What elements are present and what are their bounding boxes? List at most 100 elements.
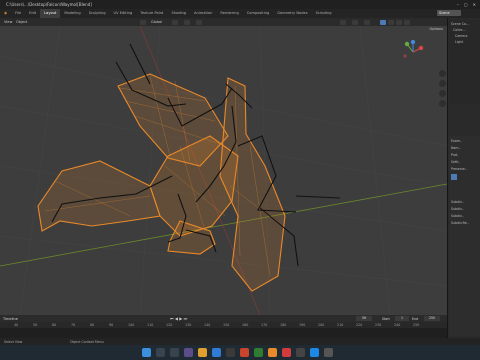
blender-logo-icon[interactable]: ◉ bbox=[0, 9, 11, 18]
outliner-item[interactable]: Light bbox=[455, 40, 478, 44]
maximize-icon[interactable]: ▢ bbox=[464, 2, 468, 7]
tab-shading[interactable]: Shading bbox=[167, 9, 190, 18]
window-controls: – ▢ ✕ bbox=[457, 2, 476, 7]
rendered-shading-icon[interactable] bbox=[404, 19, 410, 25]
app-icon[interactable] bbox=[324, 348, 333, 357]
tick-label: 250 bbox=[413, 322, 420, 327]
app-icon[interactable] bbox=[254, 348, 263, 357]
keyframe-area[interactable] bbox=[0, 328, 447, 338]
start-frame-field[interactable]: 1 bbox=[395, 316, 409, 321]
prop-row: Exam.. bbox=[451, 139, 462, 143]
start-label: Start bbox=[382, 316, 390, 321]
windows-taskbar bbox=[0, 345, 480, 360]
outliner[interactable]: Scene Co... Collec... Camera Light bbox=[449, 20, 480, 104]
workspace-tabs: ◉ File Edit Layout Modeling Sculpting UV… bbox=[0, 9, 480, 18]
tick-label: 100 bbox=[128, 322, 135, 327]
tail-mesh[interactable] bbox=[37, 160, 161, 232]
falcon-wireframe-mesh[interactable] bbox=[37, 73, 286, 292]
tick-label: 50 bbox=[33, 322, 38, 327]
solid-shading-icon[interactable] bbox=[388, 19, 394, 25]
viewport-canvas[interactable] bbox=[0, 26, 447, 315]
tab-compositing[interactable]: Compositing bbox=[243, 9, 274, 18]
tick-label: 120 bbox=[166, 322, 173, 327]
tick-label: 60 bbox=[52, 322, 57, 327]
transform-orientation[interactable]: Global bbox=[151, 20, 162, 24]
menu-edit[interactable]: Edit bbox=[25, 9, 40, 18]
search-icon[interactable] bbox=[156, 348, 165, 357]
modifier-icon[interactable] bbox=[451, 174, 457, 180]
wireframe-shading-icon[interactable] bbox=[380, 19, 386, 25]
blender-taskbar-icon[interactable] bbox=[268, 348, 277, 357]
tab-geometry-nodes[interactable]: Geometry Nodes bbox=[273, 9, 311, 18]
app-icon[interactable] bbox=[296, 348, 305, 357]
zoom-icon[interactable] bbox=[439, 70, 446, 77]
tick-label: 40 bbox=[14, 322, 19, 327]
bone-right-outer[interactable] bbox=[295, 195, 341, 199]
object-menu[interactable]: Object bbox=[16, 20, 27, 24]
start-icon[interactable] bbox=[142, 348, 151, 357]
tick-label: 180 bbox=[280, 322, 287, 327]
tick-label: 90 bbox=[109, 322, 114, 327]
close-icon[interactable]: ✕ bbox=[473, 2, 476, 7]
tab-scripting[interactable]: Scripting bbox=[312, 9, 336, 18]
overlay-toggle-icon[interactable] bbox=[364, 19, 370, 25]
3d-viewport[interactable]: Options bbox=[0, 26, 447, 315]
hand-pan-icon[interactable] bbox=[439, 80, 446, 87]
app-icon[interactable] bbox=[184, 348, 193, 357]
current-frame-field[interactable]: 56 bbox=[356, 316, 372, 321]
pivot-icon[interactable] bbox=[172, 19, 178, 25]
file-explorer-icon[interactable] bbox=[198, 348, 207, 357]
menu-file[interactable]: File bbox=[11, 9, 25, 18]
timeline[interactable]: Timeline ⏮ ◀ ▶ ⏭ 56 Start 1 End 250 40 5… bbox=[0, 315, 447, 338]
app-icon[interactable] bbox=[240, 348, 249, 357]
timeline-label[interactable]: Timeline bbox=[3, 317, 18, 321]
snap-icon[interactable] bbox=[184, 19, 190, 25]
navigation-gizmo[interactable] bbox=[401, 39, 425, 64]
tab-sculpting[interactable]: Sculpting bbox=[85, 9, 110, 18]
tab-uv-editing[interactable]: UV Editing bbox=[109, 9, 136, 18]
grid-perspective-icon[interactable] bbox=[439, 100, 446, 107]
end-frame-field[interactable]: 250 bbox=[424, 316, 440, 321]
tab-texture-paint[interactable]: Texture Paint bbox=[136, 9, 167, 18]
chrome-icon[interactable] bbox=[282, 348, 291, 357]
prop-row: Subdiv.Re.. bbox=[451, 221, 469, 225]
tick-label: 130 bbox=[185, 322, 192, 327]
tick-label: 80 bbox=[90, 322, 95, 327]
proportional-edit-icon[interactable] bbox=[196, 19, 202, 25]
gizmo-toggle-icon[interactable] bbox=[352, 19, 358, 25]
tab-modeling[interactable]: Modeling bbox=[60, 9, 84, 18]
window-title: C:\Users\...\Desktop\Falcon\Waymo\[Blend… bbox=[6, 2, 92, 7]
outliner-item[interactable]: Collec... bbox=[453, 28, 478, 32]
outliner-item[interactable]: Scene Co... bbox=[451, 22, 478, 26]
options-button[interactable]: Options bbox=[429, 27, 443, 31]
view-menu[interactable]: View bbox=[4, 20, 12, 24]
transform-orientation-icon[interactable] bbox=[140, 19, 146, 25]
material-shading-icon[interactable] bbox=[396, 19, 402, 25]
end-label: End bbox=[412, 316, 419, 321]
outliner-item[interactable]: Camera bbox=[455, 34, 478, 38]
camera-view-icon[interactable] bbox=[439, 90, 446, 97]
timeline-header: Timeline ⏮ ◀ ▶ ⏭ 56 Start 1 End 250 bbox=[0, 315, 447, 322]
tick-label: 150 bbox=[223, 322, 230, 327]
edge-icon[interactable] bbox=[212, 348, 221, 357]
tick-label: 110 bbox=[147, 322, 154, 327]
status-bar: Select View Object Context Menu bbox=[0, 338, 480, 345]
minimize-icon[interactable]: – bbox=[457, 2, 459, 7]
visibility-icon[interactable] bbox=[340, 19, 346, 25]
right-panel: Scene Co... Collec... Camera Light Exam.… bbox=[447, 18, 480, 338]
app-icon[interactable] bbox=[310, 348, 319, 357]
tick-label: 190 bbox=[299, 322, 306, 327]
prop-row: Subdiv.. bbox=[451, 200, 464, 204]
app-icon[interactable] bbox=[226, 348, 235, 357]
tab-animation[interactable]: Animation bbox=[190, 9, 216, 18]
tick-label: 240 bbox=[394, 322, 401, 327]
tab-rendering[interactable]: Rendering bbox=[216, 9, 242, 18]
task-view-icon[interactable] bbox=[170, 348, 179, 357]
scene-selector[interactable]: Scene bbox=[437, 10, 461, 16]
tick-label: 160 bbox=[242, 322, 249, 327]
prop-row: Prot. bbox=[451, 153, 459, 157]
tab-layout[interactable]: Layout bbox=[40, 9, 61, 18]
properties-editor[interactable]: Exam.. Nam.. Prot. Setti.. Preserve.. Su… bbox=[449, 136, 480, 336]
prop-row: Preserve.. bbox=[451, 167, 467, 171]
playback-controls-icon[interactable]: ⏮ ◀ ▶ ⏭ bbox=[170, 316, 187, 321]
